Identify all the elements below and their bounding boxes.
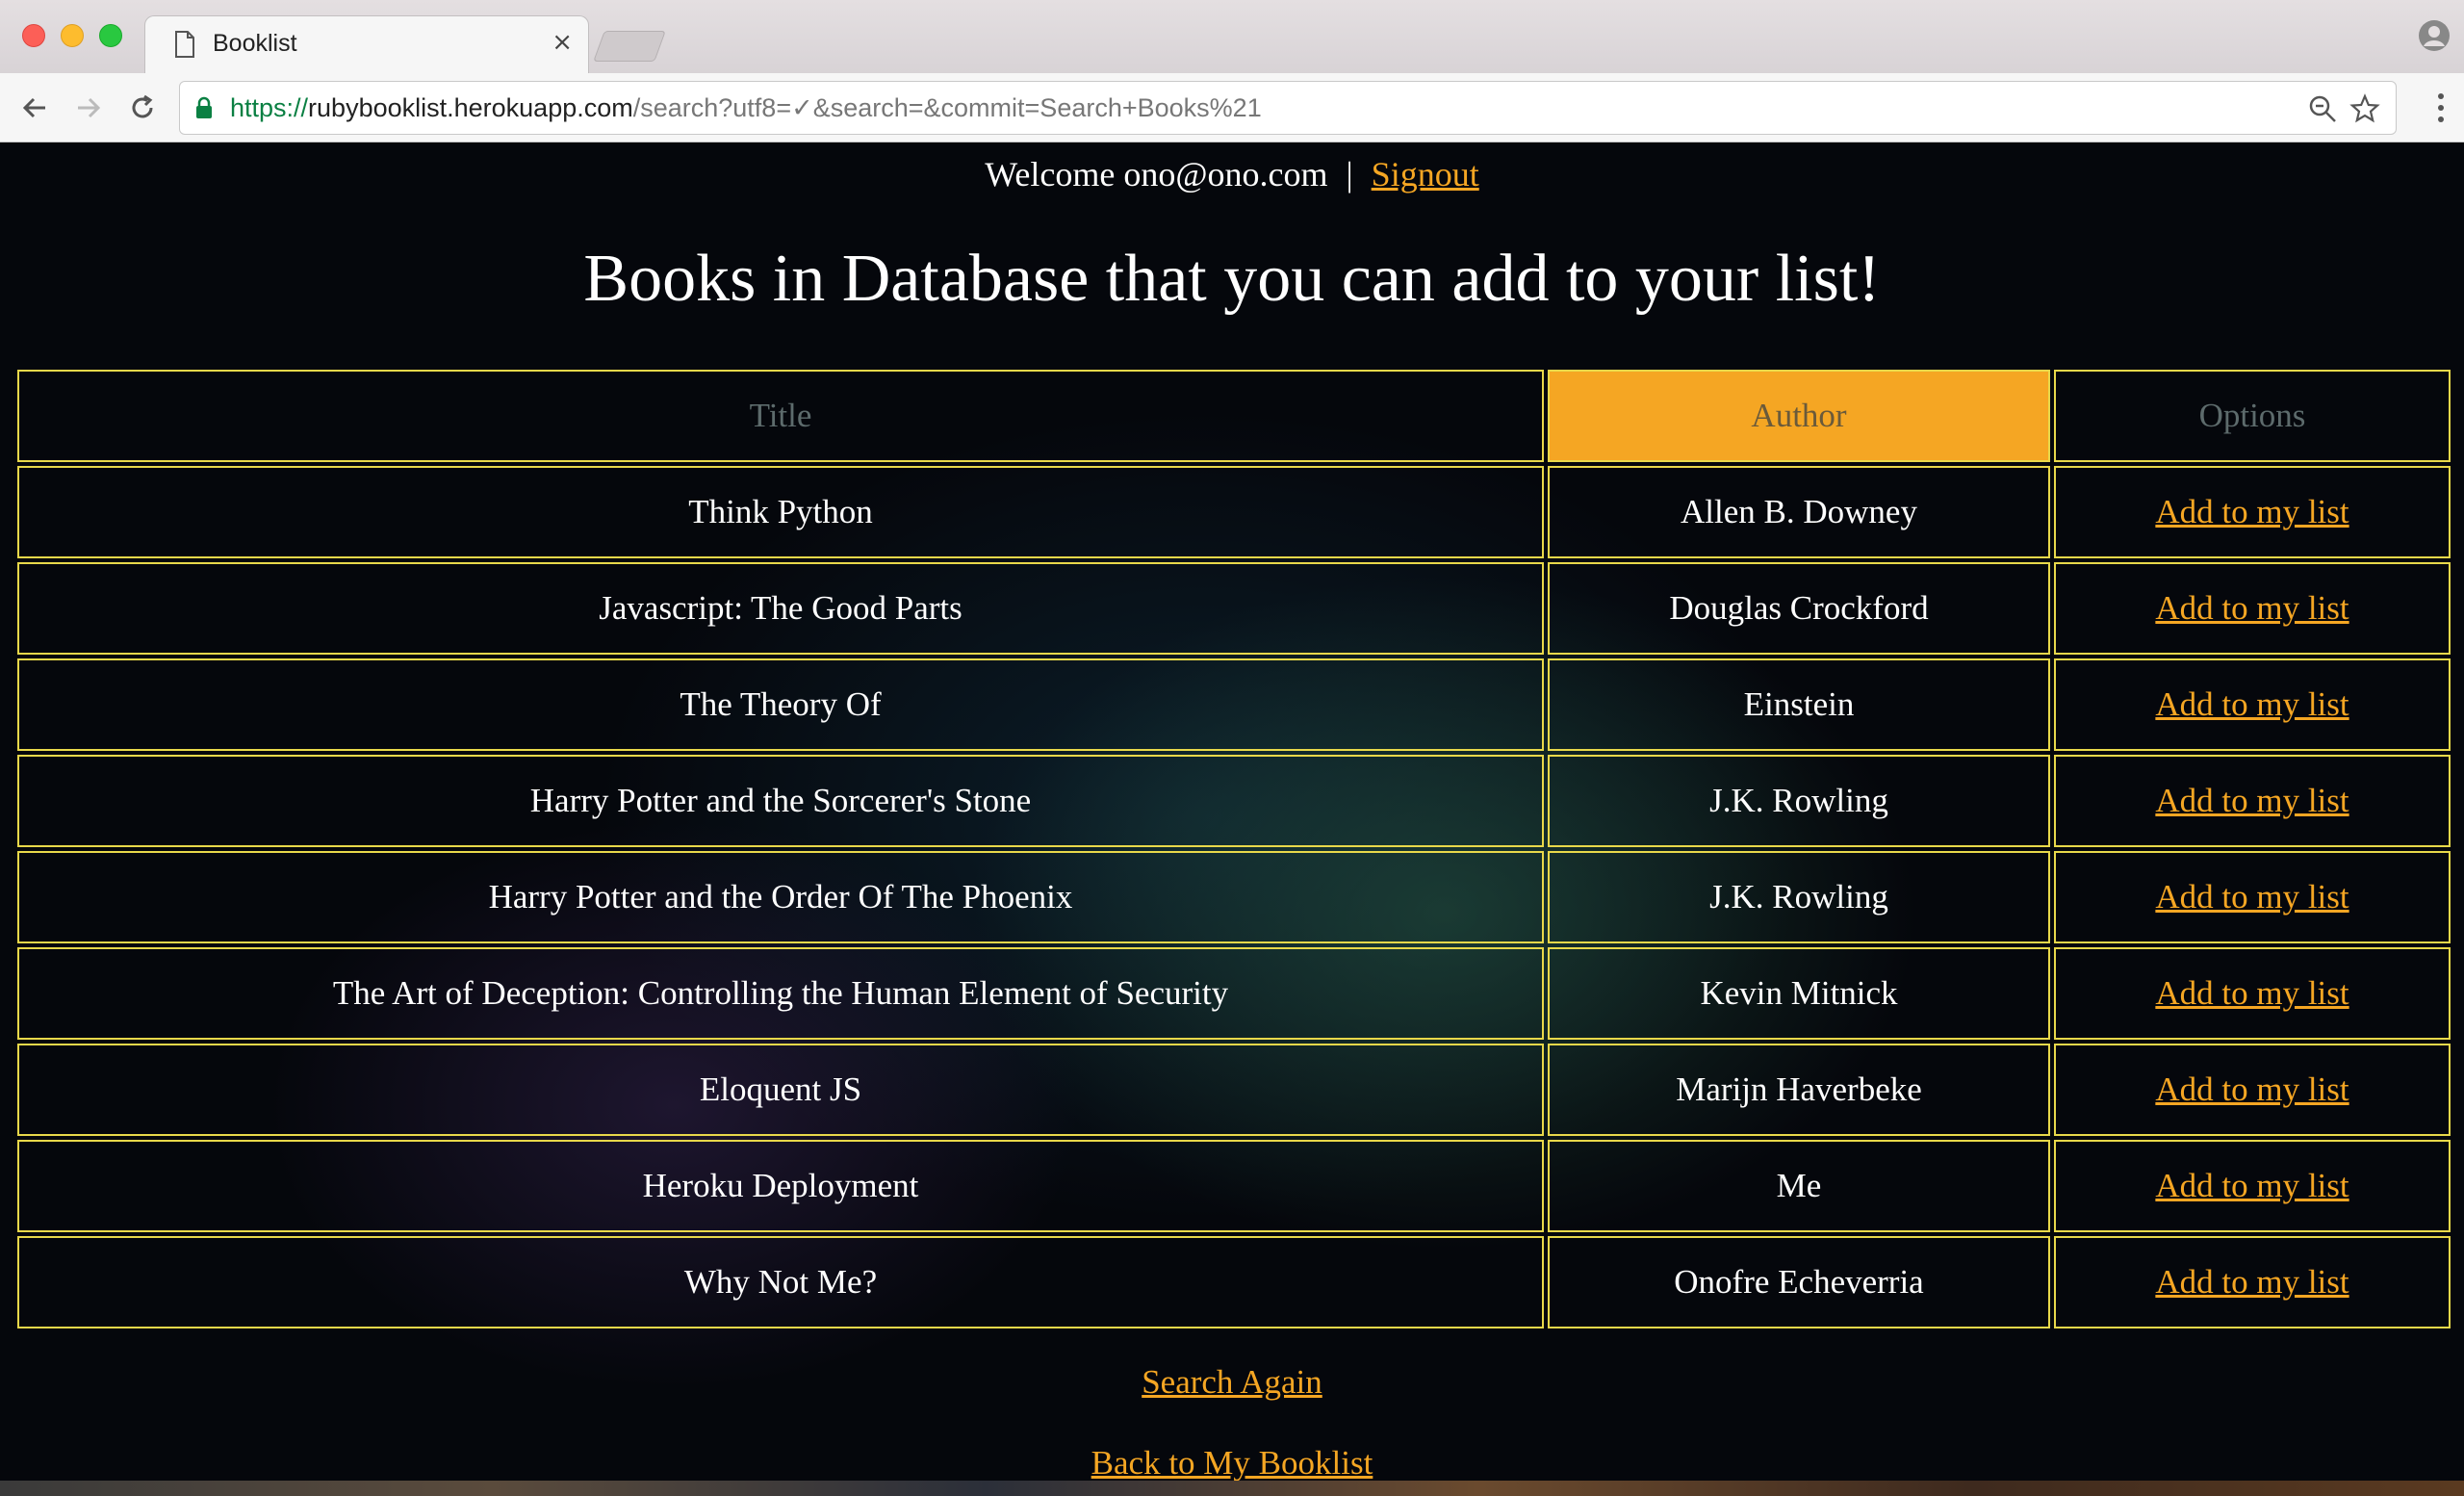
profile-icon[interactable] xyxy=(2418,19,2451,52)
arrow-right-icon xyxy=(78,97,101,118)
book-author: Marijn Haverbeke xyxy=(1548,1044,2050,1136)
arrow-left-icon xyxy=(22,97,45,118)
book-author: Me xyxy=(1548,1140,2050,1232)
browser-titlebar: Booklist × xyxy=(0,0,2464,73)
book-title: Harry Potter and the Sorcerer's Stone xyxy=(17,755,1544,847)
table-header-row: Title Author Options xyxy=(17,370,2451,462)
reload-icon xyxy=(132,94,153,118)
minimize-window-button[interactable] xyxy=(61,24,84,47)
add-to-list-cell: Add to my list xyxy=(2054,562,2451,655)
document-icon xyxy=(175,31,194,58)
add-to-list-link[interactable]: Add to my list xyxy=(2155,878,2348,916)
maximize-window-button[interactable] xyxy=(99,24,122,47)
welcome-text: Welcome ono@ono.com xyxy=(985,155,1328,193)
footer-links: Search Again Back to My Booklist xyxy=(0,1363,2464,1496)
signout-link[interactable]: Signout xyxy=(1372,155,1479,193)
add-to-list-cell: Add to my list xyxy=(2054,1236,2451,1328)
book-title: The Art of Deception: Controlling the Hu… xyxy=(17,947,1544,1040)
table-row: Eloquent JS Marijn Haverbeke Add to my l… xyxy=(17,1044,2451,1136)
column-header-author[interactable]: Author xyxy=(1548,370,2050,462)
table-row: Harry Potter and the Order Of The Phoeni… xyxy=(17,851,2451,943)
welcome-bar: Welcome ono@ono.com | Signout xyxy=(0,154,2464,194)
add-to-list-link[interactable]: Add to my list xyxy=(2155,685,2348,723)
search-again-link[interactable]: Search Again xyxy=(1142,1363,1322,1401)
add-to-list-cell: Add to my list xyxy=(2054,1044,2451,1136)
add-to-list-cell: Add to my list xyxy=(2054,466,2451,558)
book-title: Eloquent JS xyxy=(17,1044,1544,1136)
books-table: Title Author Options Think Python Allen … xyxy=(13,366,2454,1332)
book-title: Think Python xyxy=(17,466,1544,558)
book-author: Einstein xyxy=(1548,658,2050,751)
table-row: Harry Potter and the Sorcerer's Stone J.… xyxy=(17,755,2451,847)
url-text: https://rubybooklist.herokuapp.com/searc… xyxy=(230,93,1262,122)
address-bar[interactable]: https://rubybooklist.herokuapp.com/searc… xyxy=(179,81,2397,135)
book-author: Kevin Mitnick xyxy=(1548,947,2050,1040)
close-window-button[interactable] xyxy=(22,24,45,47)
page-title: Books in Database that you can add to yo… xyxy=(583,242,1881,316)
page-content: Welcome ono@ono.com | Signout Books in D… xyxy=(0,142,2464,1496)
new-tab-button[interactable] xyxy=(593,31,666,62)
book-author: J.K. Rowling xyxy=(1548,755,2050,847)
column-header-options[interactable]: Options xyxy=(2054,370,2451,462)
table-row: The Art of Deception: Controlling the Hu… xyxy=(17,947,2451,1040)
add-to-list-link[interactable]: Add to my list xyxy=(2155,782,2348,819)
book-title: Javascript: The Good Parts xyxy=(17,562,1544,655)
book-author: Allen B. Downey xyxy=(1548,466,2050,558)
book-title: Harry Potter and the Order Of The Phoeni… xyxy=(17,851,1544,943)
zoom-icon[interactable] xyxy=(2307,93,2338,124)
add-to-list-link[interactable]: Add to my list xyxy=(2155,1263,2348,1301)
add-to-list-link[interactable]: Add to my list xyxy=(2155,1070,2348,1108)
add-to-list-cell: Add to my list xyxy=(2054,1140,2451,1232)
table-row: Think Python Allen B. Downey Add to my l… xyxy=(17,466,2451,558)
book-author: Onofre Echeverria xyxy=(1548,1236,2050,1328)
book-title: Heroku Deployment xyxy=(17,1140,1544,1232)
add-to-list-link[interactable]: Add to my list xyxy=(2155,589,2348,627)
book-author: J.K. Rowling xyxy=(1548,851,2050,943)
column-header-title[interactable]: Title xyxy=(17,370,1544,462)
browser-tab[interactable]: Booklist × xyxy=(144,15,589,73)
book-author: Douglas Crockford xyxy=(1548,562,2050,655)
add-to-list-cell: Add to my list xyxy=(2054,755,2451,847)
table-row: Why Not Me? Onofre Echeverria Add to my … xyxy=(17,1236,2451,1328)
add-to-list-cell: Add to my list xyxy=(2054,851,2451,943)
tab-close-icon[interactable]: × xyxy=(552,28,573,57)
background-image-strip xyxy=(0,1481,2464,1496)
browser-toolbar: https://rubybooklist.herokuapp.com/searc… xyxy=(0,73,2464,142)
lock-icon xyxy=(196,96,212,118)
table-row: Javascript: The Good Parts Douglas Crock… xyxy=(17,562,2451,655)
reload-button[interactable] xyxy=(121,87,164,129)
forward-button[interactable] xyxy=(67,87,110,129)
back-button[interactable] xyxy=(13,87,56,129)
book-title: The Theory Of xyxy=(17,658,1544,751)
book-title: Why Not Me? xyxy=(17,1236,1544,1328)
table-row: Heroku Deployment Me Add to my list xyxy=(17,1140,2451,1232)
star-icon[interactable] xyxy=(2349,93,2380,124)
separator: | xyxy=(1346,155,1353,193)
add-to-list-cell: Add to my list xyxy=(2054,947,2451,1040)
add-to-list-cell: Add to my list xyxy=(2054,658,2451,751)
add-to-list-link[interactable]: Add to my list xyxy=(2155,1167,2348,1204)
table-row: The Theory Of Einstein Add to my list xyxy=(17,658,2451,751)
add-to-list-link[interactable]: Add to my list xyxy=(2155,493,2348,530)
add-to-list-link[interactable]: Add to my list xyxy=(2155,974,2348,1012)
back-to-booklist-link[interactable]: Back to My Booklist xyxy=(1091,1444,1373,1482)
tab-title: Booklist xyxy=(213,30,297,57)
menu-dots-icon[interactable] xyxy=(2431,90,2451,125)
